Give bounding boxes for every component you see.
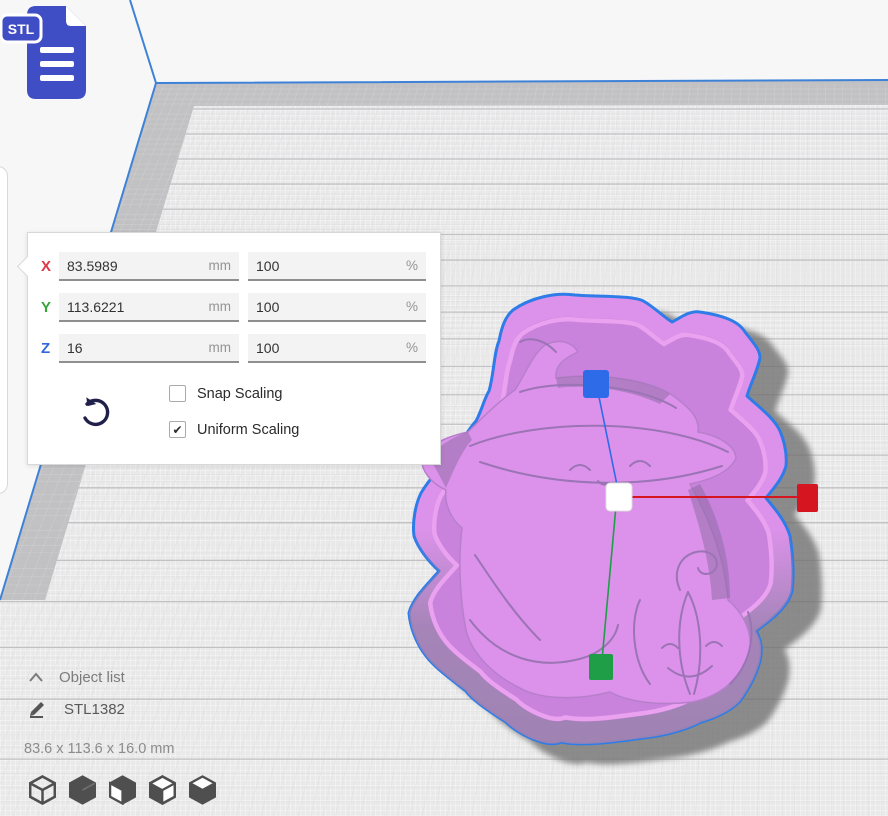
- y-size-input[interactable]: [67, 299, 203, 315]
- axis-label: X: [41, 258, 59, 275]
- z-percent-unit: %: [406, 340, 418, 355]
- x-percent-input[interactable]: [256, 258, 400, 274]
- object-name-row[interactable]: STL1382: [28, 700, 125, 718]
- gizmo-y-handle[interactable]: [589, 654, 613, 680]
- z-percent-field[interactable]: %: [248, 334, 426, 363]
- pencil-icon: [28, 700, 48, 718]
- object-list-toggle[interactable]: Object list: [28, 669, 125, 686]
- reset-scale-button[interactable]: [78, 396, 112, 430]
- z-size-input[interactable]: [67, 340, 203, 356]
- gizmo-z-handle[interactable]: [583, 370, 609, 398]
- scale-tool-panel: X mm % Y mm % Z mm %: [27, 232, 441, 465]
- object-list-label: Object list: [59, 669, 125, 686]
- left-toolbar[interactable]: [0, 166, 8, 494]
- uniform-scaling-checkbox[interactable]: [169, 421, 186, 438]
- axis-label: Z: [41, 340, 59, 357]
- z-size-field[interactable]: mm: [59, 334, 239, 363]
- scale-row-y: Y mm %: [28, 293, 440, 324]
- snap-scaling-label: Snap Scaling: [197, 386, 282, 402]
- uniform-scaling-label: Uniform Scaling: [197, 422, 299, 438]
- y-size-unit: mm: [209, 299, 232, 314]
- axis-label: Y: [41, 299, 59, 316]
- z-size-unit: mm: [209, 340, 232, 355]
- view-3d-icon[interactable]: [29, 775, 56, 805]
- gizmo-x-handle[interactable]: [797, 484, 818, 512]
- chevron-up-icon: [28, 672, 44, 684]
- stl-badge-label: STL: [8, 21, 35, 37]
- y-percent-field[interactable]: %: [248, 293, 426, 322]
- object-name: STL1382: [64, 701, 125, 718]
- y-size-field[interactable]: mm: [59, 293, 239, 322]
- x-size-field[interactable]: mm: [59, 252, 239, 281]
- camera-view-toolbar: [29, 775, 216, 805]
- x-percent-field[interactable]: %: [248, 252, 426, 281]
- x-percent-unit: %: [406, 258, 418, 273]
- snap-scaling-row: Snap Scaling: [169, 385, 282, 402]
- scale-row-x: X mm %: [28, 252, 440, 283]
- view-right-icon[interactable]: [189, 775, 216, 805]
- x-size-unit: mm: [209, 258, 232, 273]
- y-percent-unit: %: [406, 299, 418, 314]
- model-dimensions: 83.6 x 113.6 x 16.0 mm: [24, 741, 174, 757]
- z-percent-input[interactable]: [256, 340, 400, 356]
- x-size-input[interactable]: [67, 258, 203, 274]
- gizmo-center-handle[interactable]: [606, 483, 632, 511]
- stl-file-icon: STL: [0, 2, 100, 106]
- snap-scaling-checkbox[interactable]: [169, 385, 186, 402]
- view-front-icon[interactable]: [69, 775, 96, 805]
- uniform-scaling-row: Uniform Scaling: [169, 421, 299, 438]
- y-percent-input[interactable]: [256, 299, 400, 315]
- scale-row-z: Z mm %: [28, 334, 440, 365]
- view-top-icon[interactable]: [109, 775, 136, 805]
- view-left-icon[interactable]: [149, 775, 176, 805]
